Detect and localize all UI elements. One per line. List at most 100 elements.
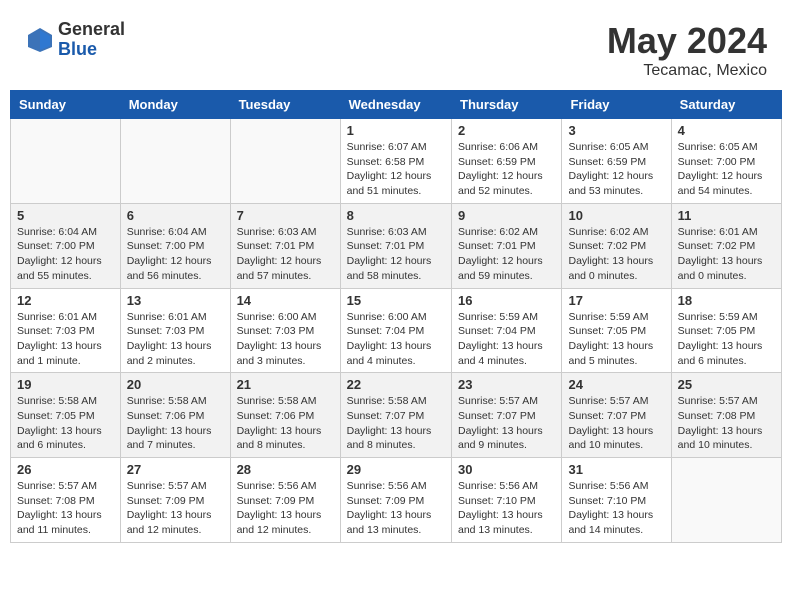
calendar-cell: 4Sunrise: 6:05 AM Sunset: 7:00 PM Daylig… — [671, 119, 781, 204]
day-number: 10 — [568, 208, 664, 223]
cell-info: Sunrise: 6:00 AM Sunset: 7:03 PM Dayligh… — [237, 310, 334, 369]
day-number: 30 — [458, 462, 555, 477]
cell-info: Sunrise: 6:05 AM Sunset: 6:59 PM Dayligh… — [568, 140, 664, 199]
calendar-cell — [671, 458, 781, 543]
day-number: 17 — [568, 293, 664, 308]
day-number: 1 — [347, 123, 445, 138]
calendar-week-row: 12 Sunrise: 6:01 AM Sunset: 7:03 PM Dayli… — [11, 288, 782, 373]
day-number: 3 — [568, 123, 664, 138]
day-number: 12 — [17, 293, 114, 308]
calendar-cell: 24Sunrise: 5:57 AM Sunset: 7:07 PM Dayli… — [562, 373, 671, 458]
weekday-header-monday: Monday — [120, 91, 230, 119]
cell-info: Sunrise: 5:56 AM Sunset: 7:10 PM Dayligh… — [458, 479, 555, 538]
day-number: 2 — [458, 123, 555, 138]
day-number: 13 — [127, 293, 224, 308]
calendar-cell: 20Sunrise: 5:58 AM Sunset: 7:06 PM Dayli… — [120, 373, 230, 458]
calendar-cell — [230, 119, 340, 204]
calendar-cell — [120, 119, 230, 204]
cell-info: Sunrise: 5:59 AM Sunset: 7:04 PM Dayligh… — [458, 310, 555, 369]
cell-info: Sunrise: 5:56 AM Sunset: 7:09 PM Dayligh… — [347, 479, 445, 538]
weekday-header-friday: Friday — [562, 91, 671, 119]
cell-info: Sunrise: 6:07 AM Sunset: 6:58 PM Dayligh… — [347, 140, 445, 199]
cell-info: Sunrise: 5:57 AM Sunset: 7:07 PM Dayligh… — [458, 394, 555, 453]
calendar-cell: 29 Sunrise: 5:56 AM Sunset: 7:09 PM Dayli… — [340, 458, 451, 543]
calendar-week-row: 26 Sunrise: 5:57 AM Sunset: 7:08 PM Dayli… — [11, 458, 782, 543]
month-title: May 2024 — [607, 20, 767, 62]
calendar-cell: 19Sunrise: 5:58 AM Sunset: 7:05 PM Dayli… — [11, 373, 121, 458]
cell-info: Sunrise: 6:06 AM Sunset: 6:59 PM Dayligh… — [458, 140, 555, 199]
calendar-week-row: 19Sunrise: 5:58 AM Sunset: 7:05 PM Dayli… — [11, 373, 782, 458]
day-number: 23 — [458, 377, 555, 392]
day-number: 27 — [127, 462, 224, 477]
calendar-cell: 12 Sunrise: 6:01 AM Sunset: 7:03 PM Dayli… — [11, 288, 121, 373]
cell-info: Sunrise: 6:04 AM Sunset: 7:00 PM Dayligh… — [17, 225, 114, 284]
calendar-cell: 13 Sunrise: 6:01 AM Sunset: 7:03 PM Dayli… — [120, 288, 230, 373]
calendar-cell: 8 Sunrise: 6:03 AM Sunset: 7:01 PM Daylig… — [340, 203, 451, 288]
cell-info: Sunrise: 5:59 AM Sunset: 7:05 PM Dayligh… — [568, 310, 664, 369]
day-number: 6 — [127, 208, 224, 223]
day-number: 26 — [17, 462, 114, 477]
calendar-cell: 10 Sunrise: 6:02 AM Sunset: 7:02 PM Dayli… — [562, 203, 671, 288]
calendar-week-row: 1 Sunrise: 6:07 AM Sunset: 6:58 PM Daylig… — [11, 119, 782, 204]
calendar-cell: 16Sunrise: 5:59 AM Sunset: 7:04 PM Dayli… — [452, 288, 562, 373]
calendar-cell: 22 Sunrise: 5:58 AM Sunset: 7:07 PM Dayli… — [340, 373, 451, 458]
calendar-cell: 26 Sunrise: 5:57 AM Sunset: 7:08 PM Dayli… — [11, 458, 121, 543]
title-block: May 2024 Tecamac, Mexico — [607, 20, 767, 80]
cell-info: Sunrise: 5:57 AM Sunset: 7:08 PM Dayligh… — [678, 394, 775, 453]
cell-info: Sunrise: 6:01 AM Sunset: 7:03 PM Dayligh… — [17, 310, 114, 369]
calendar-cell: 28 Sunrise: 5:56 AM Sunset: 7:09 PM Dayli… — [230, 458, 340, 543]
day-number: 5 — [17, 208, 114, 223]
cell-info: Sunrise: 5:58 AM Sunset: 7:07 PM Dayligh… — [347, 394, 445, 453]
cell-info: Sunrise: 6:01 AM Sunset: 7:02 PM Dayligh… — [678, 225, 775, 284]
calendar-cell: 2 Sunrise: 6:06 AM Sunset: 6:59 PM Daylig… — [452, 119, 562, 204]
day-number: 11 — [678, 208, 775, 223]
calendar-cell: 30 Sunrise: 5:56 AM Sunset: 7:10 PM Dayli… — [452, 458, 562, 543]
logo: General Blue — [25, 20, 125, 60]
day-number: 8 — [347, 208, 445, 223]
weekday-header-saturday: Saturday — [671, 91, 781, 119]
cell-info: Sunrise: 6:02 AM Sunset: 7:02 PM Dayligh… — [568, 225, 664, 284]
weekday-header-sunday: Sunday — [11, 91, 121, 119]
weekday-header-thursday: Thursday — [452, 91, 562, 119]
calendar-cell: 11 Sunrise: 6:01 AM Sunset: 7:02 PM Dayli… — [671, 203, 781, 288]
weekday-header-wednesday: Wednesday — [340, 91, 451, 119]
calendar-table: SundayMondayTuesdayWednesdayThursdayFrid… — [10, 90, 782, 543]
calendar-cell: 7 Sunrise: 6:03 AM Sunset: 7:01 PM Daylig… — [230, 203, 340, 288]
day-number: 19 — [17, 377, 114, 392]
day-number: 21 — [237, 377, 334, 392]
calendar-cell: 1 Sunrise: 6:07 AM Sunset: 6:58 PM Daylig… — [340, 119, 451, 204]
weekday-header-row: SundayMondayTuesdayWednesdayThursdayFrid… — [11, 91, 782, 119]
logo-blue-text: Blue — [58, 40, 125, 60]
day-number: 14 — [237, 293, 334, 308]
day-number: 29 — [347, 462, 445, 477]
day-number: 7 — [237, 208, 334, 223]
calendar-cell: 21Sunrise: 5:58 AM Sunset: 7:06 PM Dayli… — [230, 373, 340, 458]
cell-info: Sunrise: 6:03 AM Sunset: 7:01 PM Dayligh… — [237, 225, 334, 284]
cell-info: Sunrise: 5:58 AM Sunset: 7:06 PM Dayligh… — [127, 394, 224, 453]
day-number: 31 — [568, 462, 664, 477]
calendar-cell: 17 Sunrise: 5:59 AM Sunset: 7:05 PM Dayli… — [562, 288, 671, 373]
calendar-week-row: 5 Sunrise: 6:04 AM Sunset: 7:00 PM Daylig… — [11, 203, 782, 288]
day-number: 15 — [347, 293, 445, 308]
cell-info: Sunrise: 6:00 AM Sunset: 7:04 PM Dayligh… — [347, 310, 445, 369]
cell-info: Sunrise: 5:57 AM Sunset: 7:08 PM Dayligh… — [17, 479, 114, 538]
cell-info: Sunrise: 5:56 AM Sunset: 7:10 PM Dayligh… — [568, 479, 664, 538]
calendar-cell: 14 Sunrise: 6:00 AM Sunset: 7:03 PM Dayli… — [230, 288, 340, 373]
page-header: General Blue May 2024 Tecamac, Mexico — [10, 10, 782, 85]
calendar-cell — [11, 119, 121, 204]
day-number: 28 — [237, 462, 334, 477]
calendar-cell: 5 Sunrise: 6:04 AM Sunset: 7:00 PM Daylig… — [11, 203, 121, 288]
weekday-header-tuesday: Tuesday — [230, 91, 340, 119]
day-number: 4 — [678, 123, 775, 138]
calendar-cell: 9Sunrise: 6:02 AM Sunset: 7:01 PM Daylig… — [452, 203, 562, 288]
day-number: 22 — [347, 377, 445, 392]
cell-info: Sunrise: 6:03 AM Sunset: 7:01 PM Dayligh… — [347, 225, 445, 284]
logo-general-text: General — [58, 20, 125, 40]
day-number: 18 — [678, 293, 775, 308]
calendar-cell: 6 Sunrise: 6:04 AM Sunset: 7:00 PM Daylig… — [120, 203, 230, 288]
cell-info: Sunrise: 6:01 AM Sunset: 7:03 PM Dayligh… — [127, 310, 224, 369]
cell-info: Sunrise: 5:56 AM Sunset: 7:09 PM Dayligh… — [237, 479, 334, 538]
cell-info: Sunrise: 6:04 AM Sunset: 7:00 PM Dayligh… — [127, 225, 224, 284]
location: Tecamac, Mexico — [607, 62, 767, 80]
day-number: 25 — [678, 377, 775, 392]
